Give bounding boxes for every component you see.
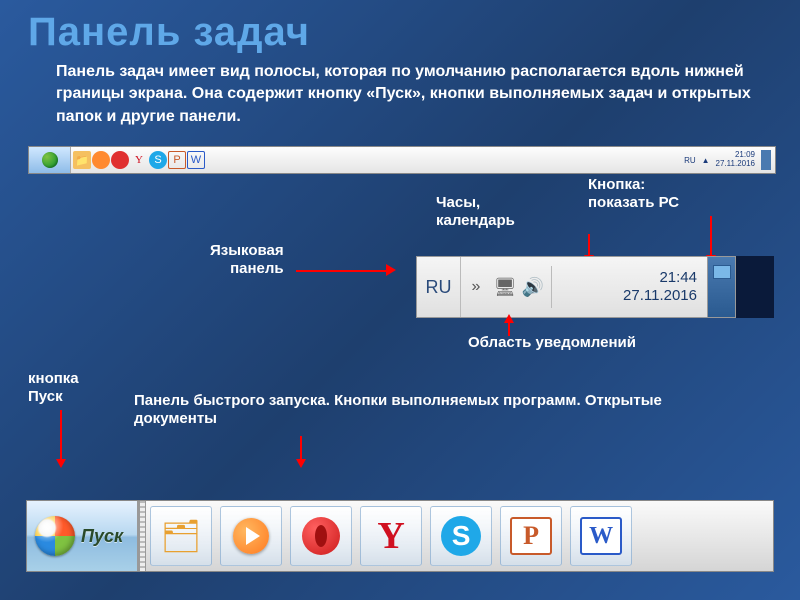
language-indicator-mini: RU <box>684 156 696 165</box>
taskbar-large: Пуск 🗂 Y S P W <box>26 500 774 572</box>
folder-icon: 🗂 <box>161 517 202 555</box>
slide-description: Панель задач имеет вид полосы, которая п… <box>56 61 772 128</box>
arrow-start <box>60 410 62 460</box>
skype-icon: S <box>441 516 481 556</box>
arrow-clock <box>588 234 590 256</box>
arrow-show-desktop <box>710 216 712 256</box>
quicklaunch-mini: 📁 Y S P W <box>71 151 207 169</box>
tray-icons-mini: ▲ <box>702 156 710 165</box>
expand-icon[interactable]: » <box>461 278 491 296</box>
windows-orb-icon <box>42 152 58 168</box>
yandex-button[interactable]: Y <box>360 506 422 566</box>
windows-orb-icon <box>35 516 75 556</box>
clock-mini: 21:09 27.11.2016 <box>716 151 755 169</box>
bottom-labels: кнопка Пуск Панель быстрого запуска. Кно… <box>0 370 800 490</box>
powerpoint-icon: P <box>168 151 186 169</box>
arrow-quicklaunch <box>300 436 302 460</box>
label-language-panel: Языковая панель <box>210 242 284 278</box>
slide-title: Панель задач <box>28 10 772 55</box>
show-desktop-button[interactable] <box>707 257 735 317</box>
opera-button[interactable] <box>290 506 352 566</box>
system-tray-zoom: RU » 🖥 🔊 21:44 27.11.2016 <box>416 256 736 318</box>
powerpoint-button[interactable]: P <box>500 506 562 566</box>
arrow-language <box>296 270 388 272</box>
time-text: 21:44 <box>556 269 697 287</box>
powerpoint-icon: P <box>510 517 552 555</box>
volume-icon[interactable]: 🔊 <box>519 277 547 298</box>
opera-icon <box>302 517 340 555</box>
label-show-desktop: Кнопка: показать РС <box>588 176 679 212</box>
label-notification-area: Область уведомлений <box>468 334 636 352</box>
arrow-notification <box>508 322 510 336</box>
taskbar-full-screenshot: 📁 Y S P W RU ▲ 21:09 27.11.2016 <box>28 146 776 174</box>
media-player-icon <box>233 518 269 554</box>
language-indicator[interactable]: RU <box>417 257 461 317</box>
diagram-area: Часы, календарь Кнопка: показать РС Язык… <box>28 194 772 394</box>
skype-button[interactable]: S <box>430 506 492 566</box>
separator <box>551 266 552 308</box>
label-clock-calendar: Часы, календарь <box>436 194 515 230</box>
arrow-language-head <box>386 264 396 276</box>
date-text: 27.11.2016 <box>556 287 697 305</box>
yandex-icon: Y <box>130 151 148 169</box>
folder-icon: 📁 <box>73 151 91 169</box>
dark-edge <box>736 256 774 318</box>
clock-date[interactable]: 21:44 27.11.2016 <box>556 269 707 305</box>
skype-icon: S <box>149 151 167 169</box>
label-start-button: кнопка Пуск <box>28 370 79 406</box>
media-player-icon <box>92 151 110 169</box>
word-icon: W <box>187 151 205 169</box>
tray-mini: RU ▲ 21:09 27.11.2016 <box>684 150 775 170</box>
media-player-button[interactable] <box>220 506 282 566</box>
taskbar-divider <box>139 501 146 571</box>
show-desktop-mini <box>761 150 771 170</box>
word-icon: W <box>580 517 622 555</box>
network-icon[interactable]: 🖥 <box>491 277 519 298</box>
slide: Панель задач Панель задач имеет вид поло… <box>0 0 800 394</box>
start-button-label: Пуск <box>81 526 123 547</box>
yandex-icon: Y <box>377 514 404 558</box>
start-button[interactable]: Пуск <box>27 501 139 571</box>
start-button-mini <box>29 147 71 173</box>
quick-launch-bar: 🗂 Y S P W <box>146 501 636 571</box>
opera-icon <box>111 151 129 169</box>
label-quick-launch: Панель быстрого запуска. Кнопки выполняе… <box>134 392 674 428</box>
word-button[interactable]: W <box>570 506 632 566</box>
explorer-button[interactable]: 🗂 <box>150 506 212 566</box>
